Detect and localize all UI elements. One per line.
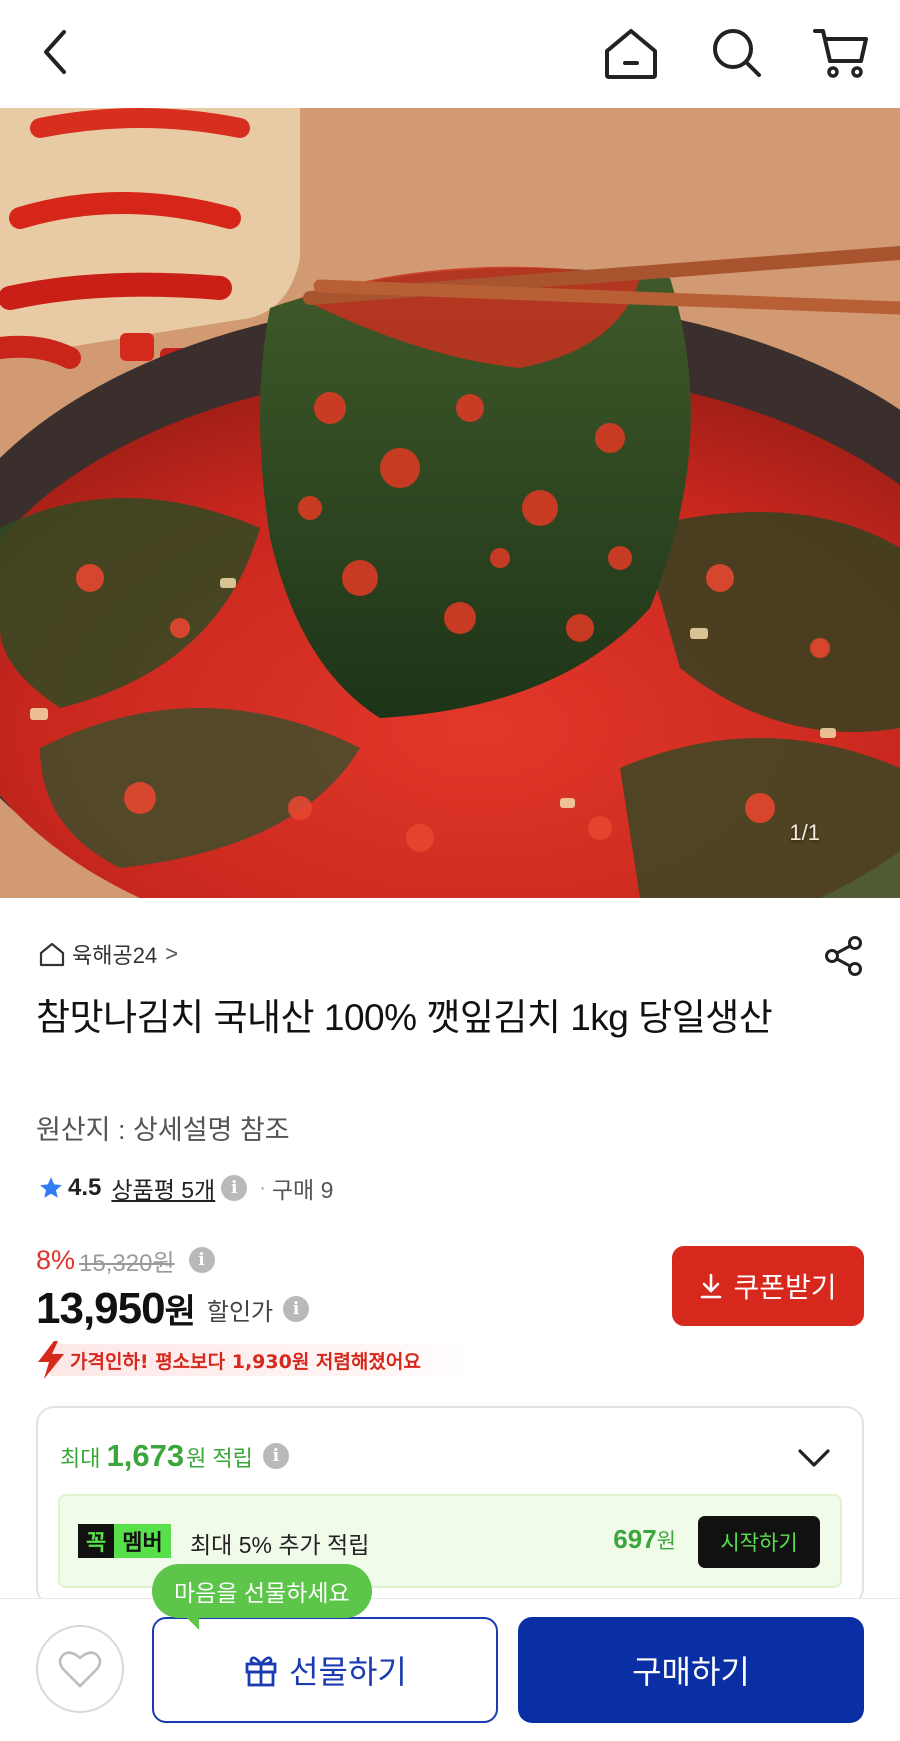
bottom-action-bar: 선물하기 구매하기 xyxy=(0,1598,900,1741)
member-amount-number: 697 xyxy=(613,1524,657,1554)
back-button[interactable] xyxy=(28,24,84,80)
sale-price-number: 13,950 xyxy=(36,1284,166,1333)
coupon-button[interactable]: 쿠폰받기 xyxy=(672,1246,864,1326)
reward-suffix: 원 적립 xyxy=(186,1446,253,1471)
home-button[interactable] xyxy=(598,20,664,86)
original-price: 15,320원 xyxy=(79,1249,175,1277)
member-badge: 꼭 멤버 xyxy=(78,1524,171,1558)
price-block: 8% 15,320원 i 13,950원 할인가 i xyxy=(36,1242,310,1334)
gift-icon xyxy=(245,1656,277,1687)
share-icon xyxy=(825,936,862,976)
share-button[interactable] xyxy=(820,932,868,980)
price-down-bolt-icon xyxy=(38,1341,64,1379)
chevron-down-icon xyxy=(798,1449,830,1467)
rating-row: 4.5 상품평 5개 i · 구매 9 xyxy=(38,1170,333,1206)
reward-info-icon[interactable]: i xyxy=(262,1443,289,1469)
search-button[interactable] xyxy=(706,22,768,84)
member-badge-part2: 멤버 xyxy=(114,1524,171,1558)
search-icon xyxy=(713,29,761,77)
review-info-icon[interactable]: i xyxy=(221,1175,248,1201)
cart-button[interactable] xyxy=(808,20,874,86)
price-info-icon[interactable]: i xyxy=(188,1247,215,1273)
gift-button[interactable]: 선물하기 xyxy=(152,1617,498,1723)
sale-price-unit: 원 xyxy=(164,1293,196,1331)
kimchi-photo xyxy=(0,108,900,898)
member-extra-amount: 697원 xyxy=(613,1524,676,1555)
sale-price: 13,950원 xyxy=(36,1284,196,1334)
coupon-button-label: 쿠폰받기 xyxy=(733,1272,837,1303)
heart-icon xyxy=(58,1651,102,1688)
seller-link[interactable]: 육해공24 > xyxy=(38,938,178,970)
download-icon xyxy=(701,1273,722,1299)
member-promo-text: 최대 5% 추가 적립 xyxy=(190,1532,370,1558)
buy-button[interactable]: 구매하기 xyxy=(518,1617,864,1723)
review-link[interactable]: 상품평 5개 xyxy=(111,1171,215,1205)
store-home-icon xyxy=(39,942,65,967)
reward-prefix: 최대 xyxy=(60,1446,101,1471)
discount-rate: 8% xyxy=(36,1244,76,1275)
price-drop-text: 가격인하! 평소보다 1,930원 저렴해졌어요 xyxy=(70,1350,421,1373)
wishlist-button[interactable] xyxy=(36,1625,124,1713)
star-icon xyxy=(40,1177,62,1198)
member-amount-unit: 원 xyxy=(656,1530,676,1553)
reward-summary: 최대 1,673 원 적립 i xyxy=(60,1438,289,1474)
product-image[interactable]: 1/1 xyxy=(0,108,900,898)
product-title: 참맛나김치 국내산 100% 깻잎김치 1kg 당일생산 xyxy=(36,997,773,1038)
purchase-count: 구매 9 xyxy=(271,1177,334,1203)
cart-icon xyxy=(813,29,868,78)
sale-price-label: 할인가 xyxy=(206,1298,274,1326)
start-membership-button[interactable]: 시작하기 xyxy=(698,1516,820,1568)
separator: · xyxy=(259,1176,266,1199)
seller-name: 육해공24 xyxy=(72,943,158,968)
top-navigation-bar xyxy=(0,0,900,108)
image-counter: 1/1 xyxy=(789,820,820,845)
sale-info-icon[interactable]: i xyxy=(283,1296,310,1322)
price-drop-notice: 가격인하! 평소보다 1,930원 저렴해졌어요 xyxy=(36,1340,470,1380)
chevron-left-icon xyxy=(44,30,66,74)
reward-expand-button[interactable] xyxy=(794,1438,834,1478)
chevron-right-icon: > xyxy=(165,941,179,966)
rating-score: 4.5 xyxy=(68,1174,102,1201)
product-origin: 원산지 : 상세설명 참조 xyxy=(36,1115,290,1145)
home-icon xyxy=(605,29,657,79)
gift-button-label: 선물하기 xyxy=(289,1654,407,1690)
member-badge-part1: 꼭 xyxy=(78,1524,115,1558)
reward-amount: 1,673 xyxy=(106,1438,185,1473)
gift-tooltip: 마음을 선물하세요 xyxy=(152,1564,372,1618)
